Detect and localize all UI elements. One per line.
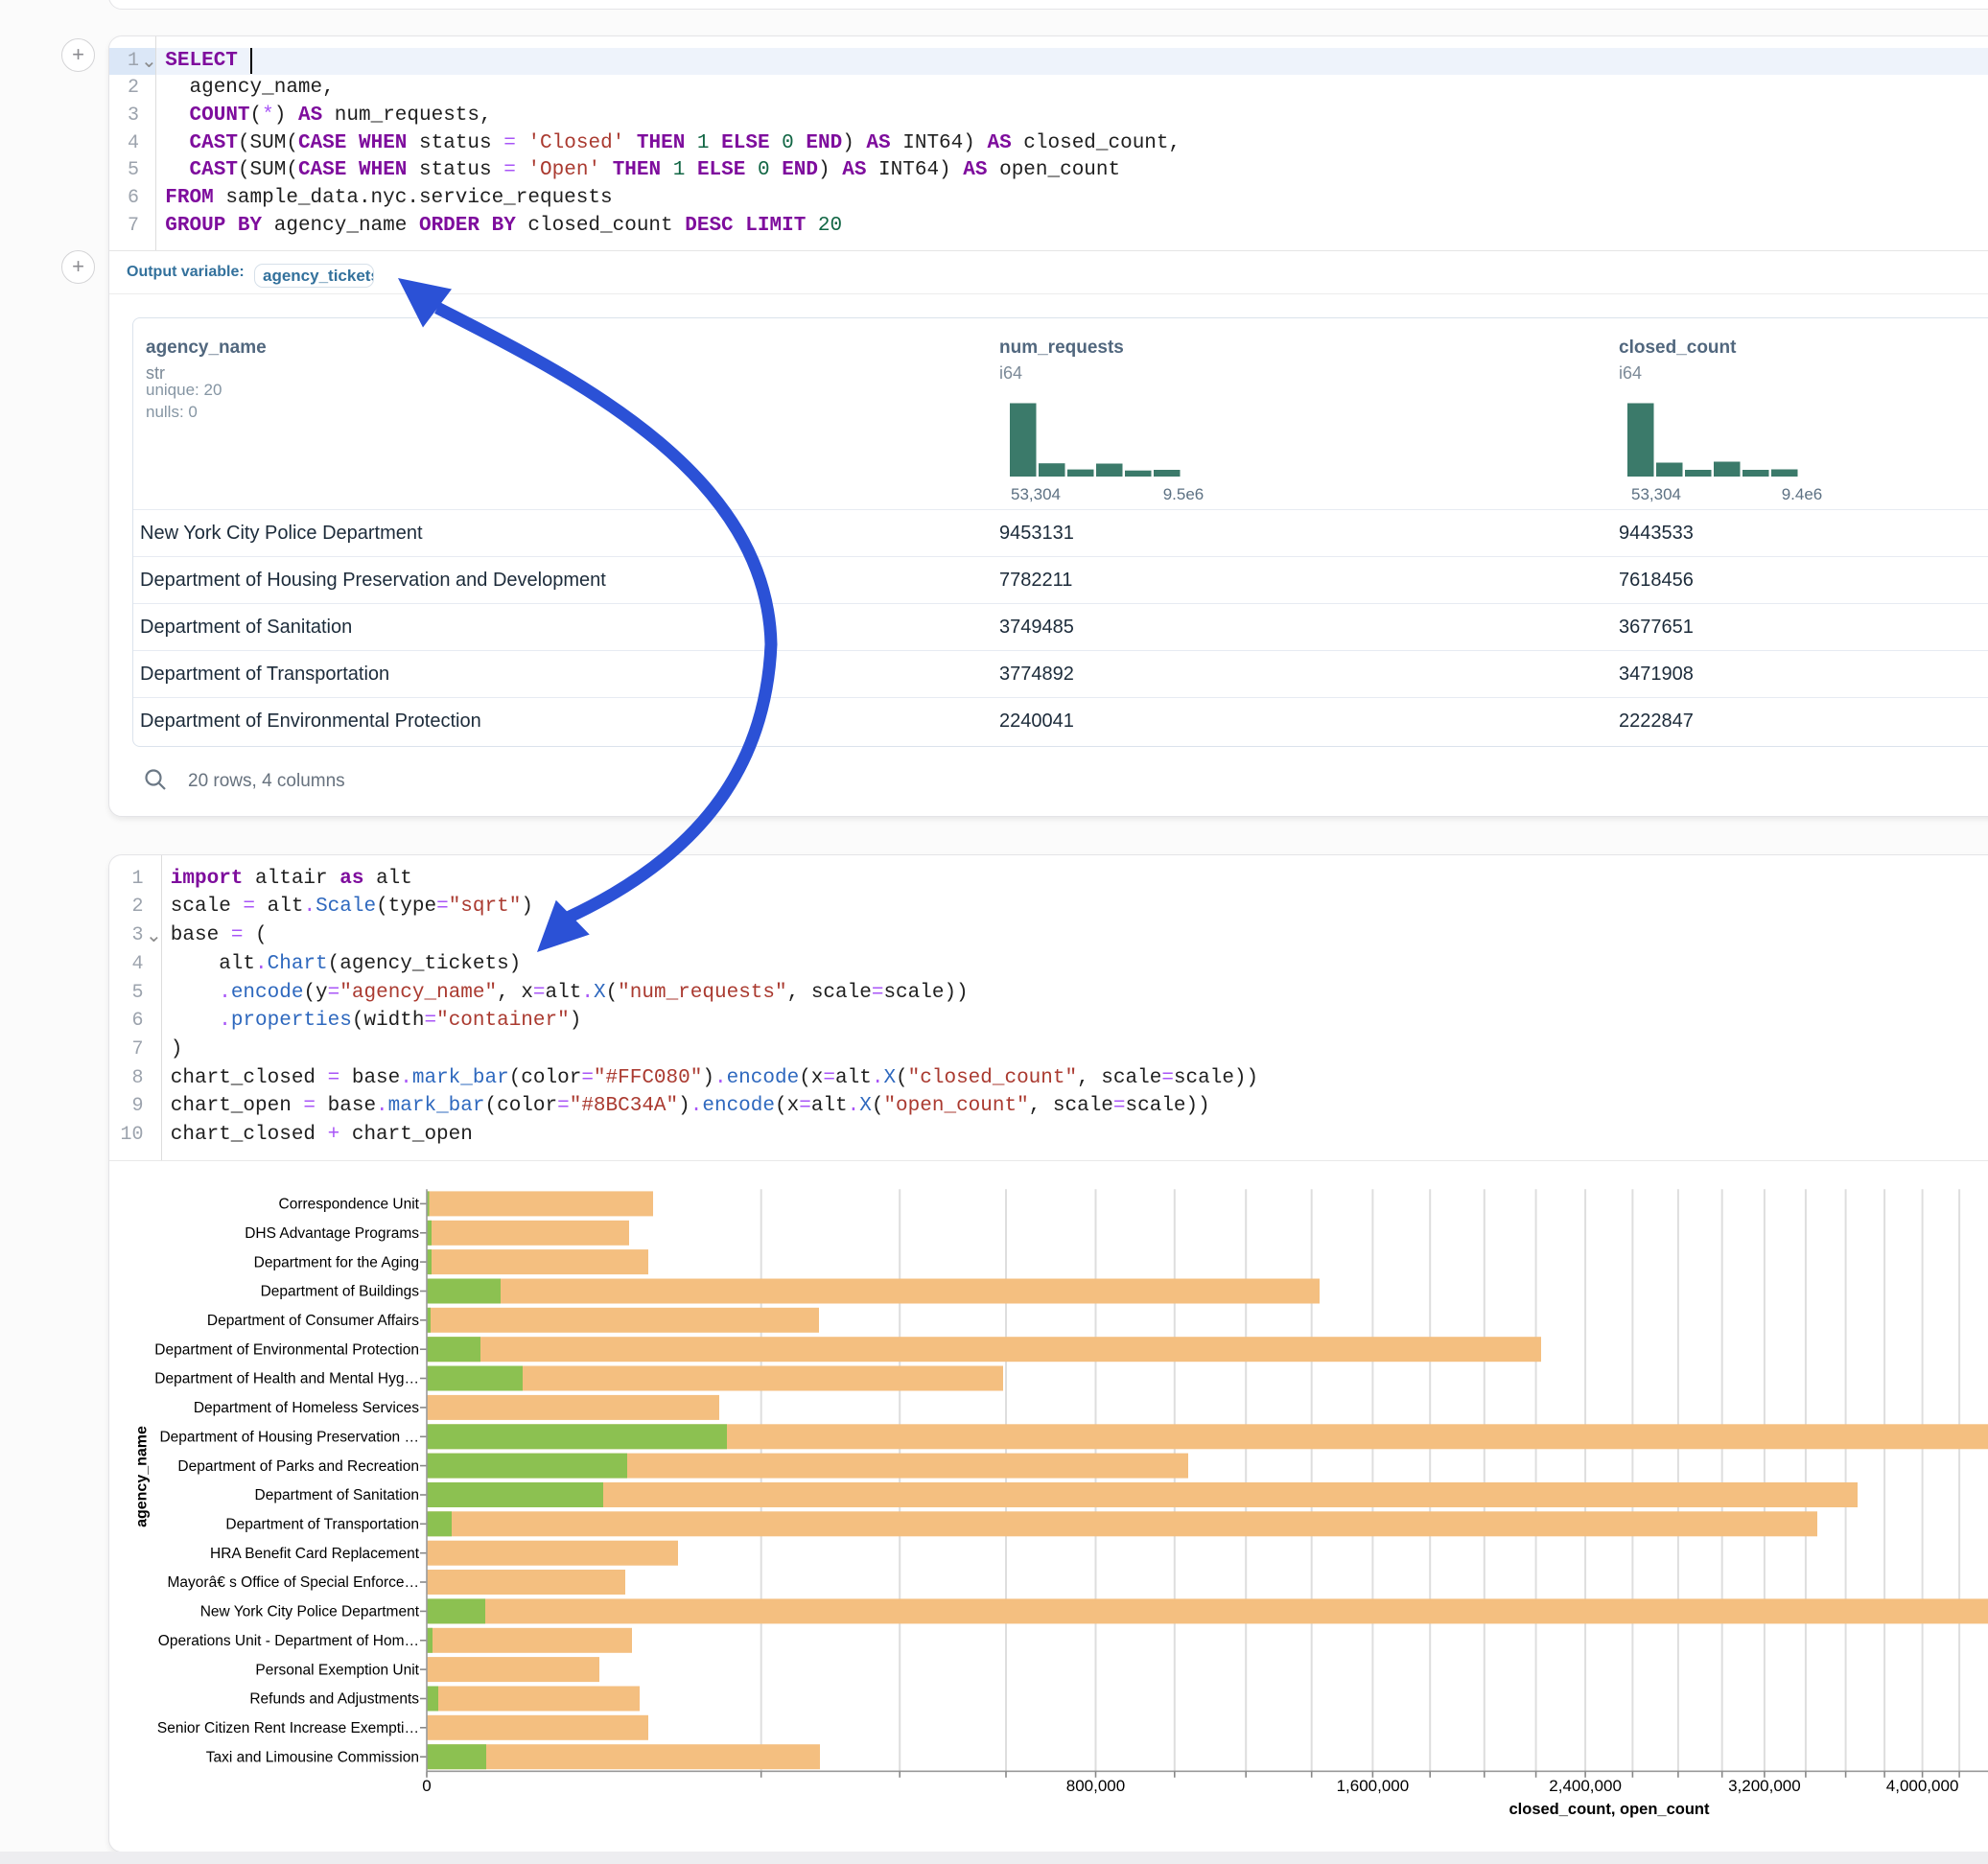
- svg-text:HRA Benefit Card Replacement: HRA Benefit Card Replacement: [210, 1546, 420, 1562]
- svg-text:4,000,000: 4,000,000: [1886, 1777, 1959, 1795]
- svg-text:Refunds and Adjustments: Refunds and Adjustments: [249, 1691, 419, 1708]
- svg-text:Operations Unit - Department o: Operations Unit - Department of Hom…: [158, 1633, 419, 1649]
- svg-text:Department of Transportation: Department of Transportation: [225, 1517, 419, 1533]
- svg-text:Taxi and Limousine Commission: Taxi and Limousine Commission: [206, 1749, 419, 1765]
- svg-text:closed_count, open_count: closed_count, open_count: [1509, 1801, 1710, 1818]
- svg-text:Department for the Aging: Department for the Aging: [254, 1254, 419, 1270]
- svg-text:DHS Advantage Programs: DHS Advantage Programs: [245, 1225, 419, 1242]
- svg-text:agency_name: agency_name: [133, 1426, 150, 1527]
- svg-text:Department of Environmental Pr: Department of Environmental Protection: [154, 1341, 419, 1358]
- svg-text:3,200,000: 3,200,000: [1728, 1777, 1801, 1795]
- svg-text:Correspondence Unit: Correspondence Unit: [279, 1197, 420, 1213]
- svg-text:Department of Housing Preserva: Department of Housing Preservation …: [159, 1430, 419, 1446]
- svg-text:Mayorâ€ s Office of Special En: Mayorâ€ s Office of Special Enforce…: [168, 1574, 419, 1591]
- svg-text:0: 0: [422, 1777, 431, 1795]
- svg-text:Senior Citizen Rent Increase E: Senior Citizen Rent Increase Exempti…: [157, 1720, 419, 1736]
- svg-text:2,400,000: 2,400,000: [1549, 1777, 1622, 1795]
- svg-text:Department of Consumer Affairs: Department of Consumer Affairs: [207, 1313, 419, 1329]
- svg-text:Personal Exemption Unit: Personal Exemption Unit: [255, 1662, 419, 1678]
- svg-text:Department of Sanitation: Department of Sanitation: [255, 1487, 419, 1503]
- svg-text:Department of Homeless Service: Department of Homeless Services: [194, 1400, 419, 1416]
- svg-text:800,000: 800,000: [1066, 1777, 1125, 1795]
- svg-text:Department of Health and Menta: Department of Health and Mental Hyg…: [154, 1371, 419, 1387]
- svg-text:1,600,000: 1,600,000: [1337, 1777, 1410, 1795]
- svg-text:New York City Police Departmen: New York City Police Department: [200, 1604, 420, 1620]
- svg-text:Department of Buildings: Department of Buildings: [261, 1284, 420, 1300]
- svg-text:Department of Parks and Recrea: Department of Parks and Recreation: [177, 1458, 419, 1475]
